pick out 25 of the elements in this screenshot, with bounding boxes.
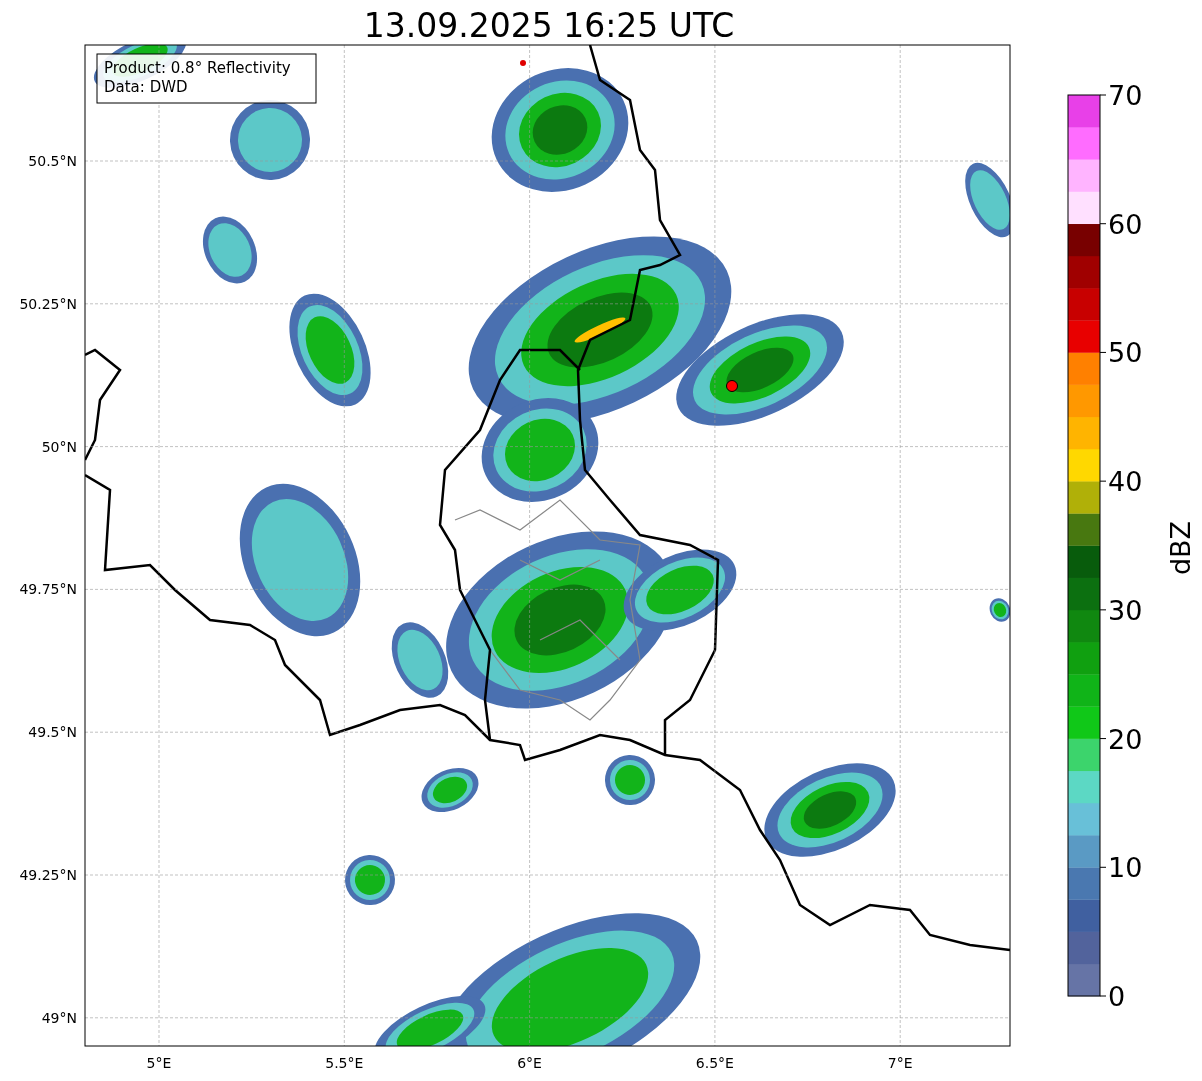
colorbar-tick-label: 70 xyxy=(1108,80,1143,111)
latitude-label: 49.5°N xyxy=(28,724,77,741)
latitude-label: 50.5°N xyxy=(28,153,77,169)
colorbar-label: dBZ xyxy=(1165,520,1196,576)
radar-site-marker xyxy=(726,380,738,392)
longitude-label: 5°E xyxy=(146,1055,172,1071)
colorbar-tick-label: 30 xyxy=(1108,594,1143,626)
colorbar-tick-label: 60 xyxy=(1108,208,1143,240)
chart-title: 13.09.2025 16:25 UTC xyxy=(363,6,735,45)
colorbar-tick-label: 20 xyxy=(1108,723,1143,755)
latitude-label: 49°N xyxy=(41,1009,77,1026)
longitude-label: 6°E xyxy=(517,1055,542,1071)
colorbar-tick-label: 0 xyxy=(1108,981,1126,1012)
latitude-label: 49.25°N xyxy=(19,867,77,883)
latitude-label: 50°N xyxy=(41,438,77,455)
colorbar-tick-label: 10 xyxy=(1108,852,1143,884)
legend-text: Product: 0.8° Reflectivity xyxy=(104,59,291,77)
colorbar-tick-label: 50 xyxy=(1108,337,1143,369)
longitude-label: 5.5°E xyxy=(325,1055,364,1071)
latitude-label: 49.75°N xyxy=(19,581,77,598)
latitude-label: 50.25°N xyxy=(19,295,77,312)
longitude-label: 6.5°E xyxy=(695,1055,734,1071)
colorbar-tick-label: 40 xyxy=(1108,466,1143,498)
longitude-label: 7°E xyxy=(887,1055,913,1071)
legend-text: Data: DWD xyxy=(104,78,188,96)
